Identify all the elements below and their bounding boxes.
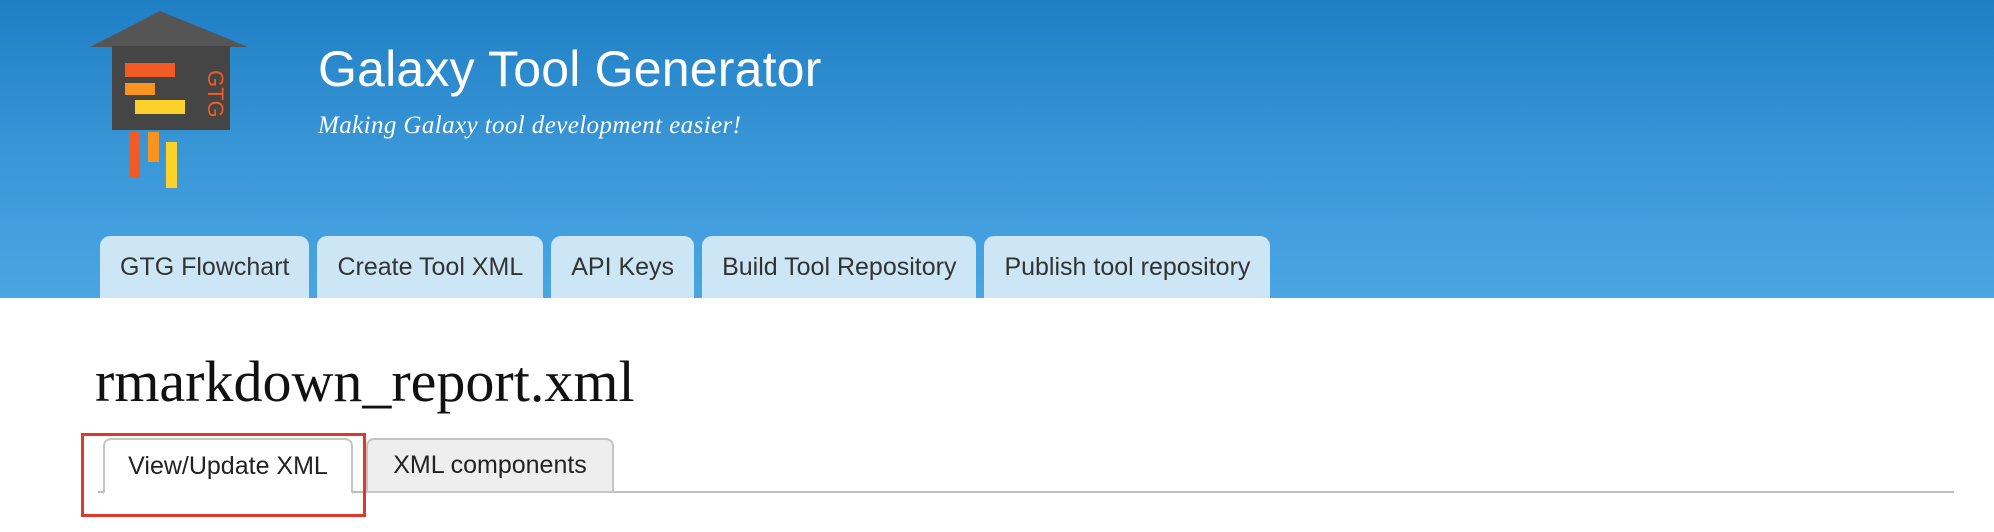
tab-gtg-flowchart[interactable]: GTG Flowchart: [100, 236, 310, 298]
site-title[interactable]: Galaxy Tool Generator: [318, 40, 822, 98]
tab-publish-tool-repository[interactable]: Publish tool repository: [984, 236, 1271, 298]
page-title: rmarkdown_report.xml: [95, 349, 635, 414]
tab-xml-components[interactable]: XML components: [366, 438, 614, 493]
site-header: GTG Galaxy Tool Generator Making Galaxy …: [0, 0, 1994, 298]
main-tabs: GTG Flowchart Create Tool XML API Keys B…: [100, 236, 1271, 298]
logo-text: GTG: [203, 70, 228, 118]
tab-create-tool-xml[interactable]: Create Tool XML: [317, 236, 544, 298]
tab-build-tool-repository[interactable]: Build Tool Repository: [702, 236, 977, 298]
gtg-logo-icon[interactable]: GTG: [88, 10, 258, 195]
tab-api-keys[interactable]: API Keys: [551, 236, 695, 298]
site-slogan: Making Galaxy tool development easier!: [318, 112, 742, 139]
tab-view-update-xml[interactable]: View/Update XML: [103, 438, 353, 494]
